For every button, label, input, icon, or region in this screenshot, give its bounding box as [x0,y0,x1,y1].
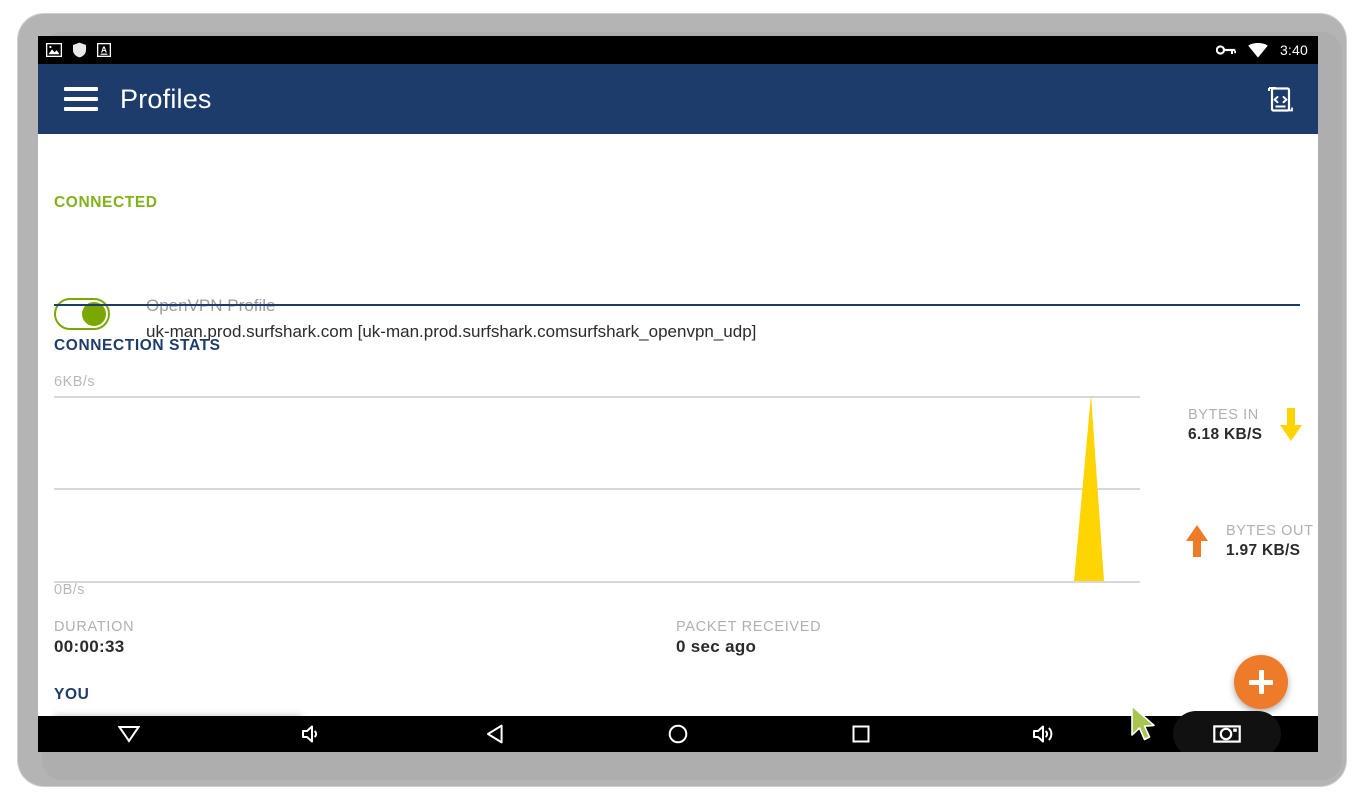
home-circle-icon [668,724,688,744]
bytes-out-stat: BYTES OUT 1.97 KB/S [1184,522,1314,560]
status-bar: A 3:40 [38,36,1318,64]
nav-home-button[interactable] [587,716,770,752]
camera-icon [1212,725,1241,743]
font-icon: A [97,43,111,57]
duration-value: 00:00:33 [54,637,125,656]
add-profile-fab[interactable] [1234,655,1288,709]
main-content: CONNECTED OpenVPN Profile uk-man.prod.su… [38,134,1318,716]
bytes-in-value: 6.18 KB/S [1188,425,1263,443]
chart-series-bytes-in [1074,395,1104,581]
bytes-in-text: BYTES IN 6.18 KB/S [1188,406,1262,444]
profile-row[interactable]: OpenVPN Profile uk-man.prod.surfshark.co… [54,294,1302,346]
bytes-in-label: BYTES IN [1188,407,1259,423]
bytes-out-text: BYTES OUT 1.97 KB/S [1226,522,1314,560]
arrow-down-icon [1280,408,1303,442]
duration-stat: DURATION 00:00:33 [54,619,134,657]
app-bar: Profiles [38,64,1318,134]
vpn-key-icon [1215,45,1236,55]
bytes-out-value: 1.97 KB/S [1226,541,1301,559]
chevron-down-icon [118,726,141,743]
profile-text-block: OpenVPN Profile uk-man.prod.surfshark.co… [146,294,756,346]
profile-type-label: OpenVPN Profile [146,294,756,318]
nav-volume-down-button[interactable] [221,716,404,752]
section-divider [54,304,1300,306]
you-section-header: YOU [54,686,90,703]
back-triangle-icon [487,724,503,744]
svg-text:A: A [101,45,107,55]
nav-recents-button[interactable] [769,716,952,752]
shield-icon [73,42,86,58]
chart-top-tick-label: 6KB/s [54,374,96,390]
packet-received-value: 0 sec ago [676,637,757,656]
app-bar-actions [1262,82,1296,116]
android-navigation-bar [38,716,1318,752]
profile-name-label: uk-man.prod.surfshark.com [uk-man.prod.s… [146,322,757,341]
screenshot-root: A 3:40 Profiles CONNECTED uk-man.prod.su… [0,0,1360,800]
image-icon [46,43,62,57]
nav-screenshot-button[interactable] [1135,716,1318,752]
connected-section-header: CONNECTED [54,194,158,211]
duration-label: DURATION [54,619,135,635]
import-profile-file-icon[interactable] [1262,82,1296,116]
packet-received-label: PACKET RECEIVED [676,619,822,635]
nav-hide-keyboard-button[interactable] [38,716,221,752]
status-bar-left-icons: A [46,42,111,58]
nav-back-button[interactable] [404,716,587,752]
chart-plot-area [54,395,1140,583]
square-icon [852,725,870,743]
status-bar-clock: 3:40 [1279,42,1308,58]
connection-stats-header: CONNECTION STATS [54,337,221,354]
throughput-chart: 6KB/s 0B/s [54,374,1140,598]
volume-up-icon [1032,725,1053,743]
page-title: Profiles [120,83,212,114]
packet-received-stat: PACKET RECEIVED 0 sec ago [676,619,821,657]
volume-down-icon [302,725,318,743]
arrow-up-icon [1186,525,1208,558]
device-screen: A 3:40 Profiles CONNECTED uk-man.prod.su… [38,36,1318,752]
bytes-out-label: BYTES OUT [1226,523,1314,539]
nav-volume-up-button[interactable] [952,716,1135,752]
chart-gridline-bottom [54,581,1140,583]
hamburger-menu-icon[interactable] [64,87,98,111]
profile-connect-toggle[interactable] [54,298,110,330]
chart-bottom-tick-label: 0B/s [54,582,86,598]
status-bar-right-icons: 3:40 [1215,42,1308,58]
bytes-in-stat: BYTES IN 6.18 KB/S [1188,406,1304,444]
wifi-icon [1248,42,1268,58]
